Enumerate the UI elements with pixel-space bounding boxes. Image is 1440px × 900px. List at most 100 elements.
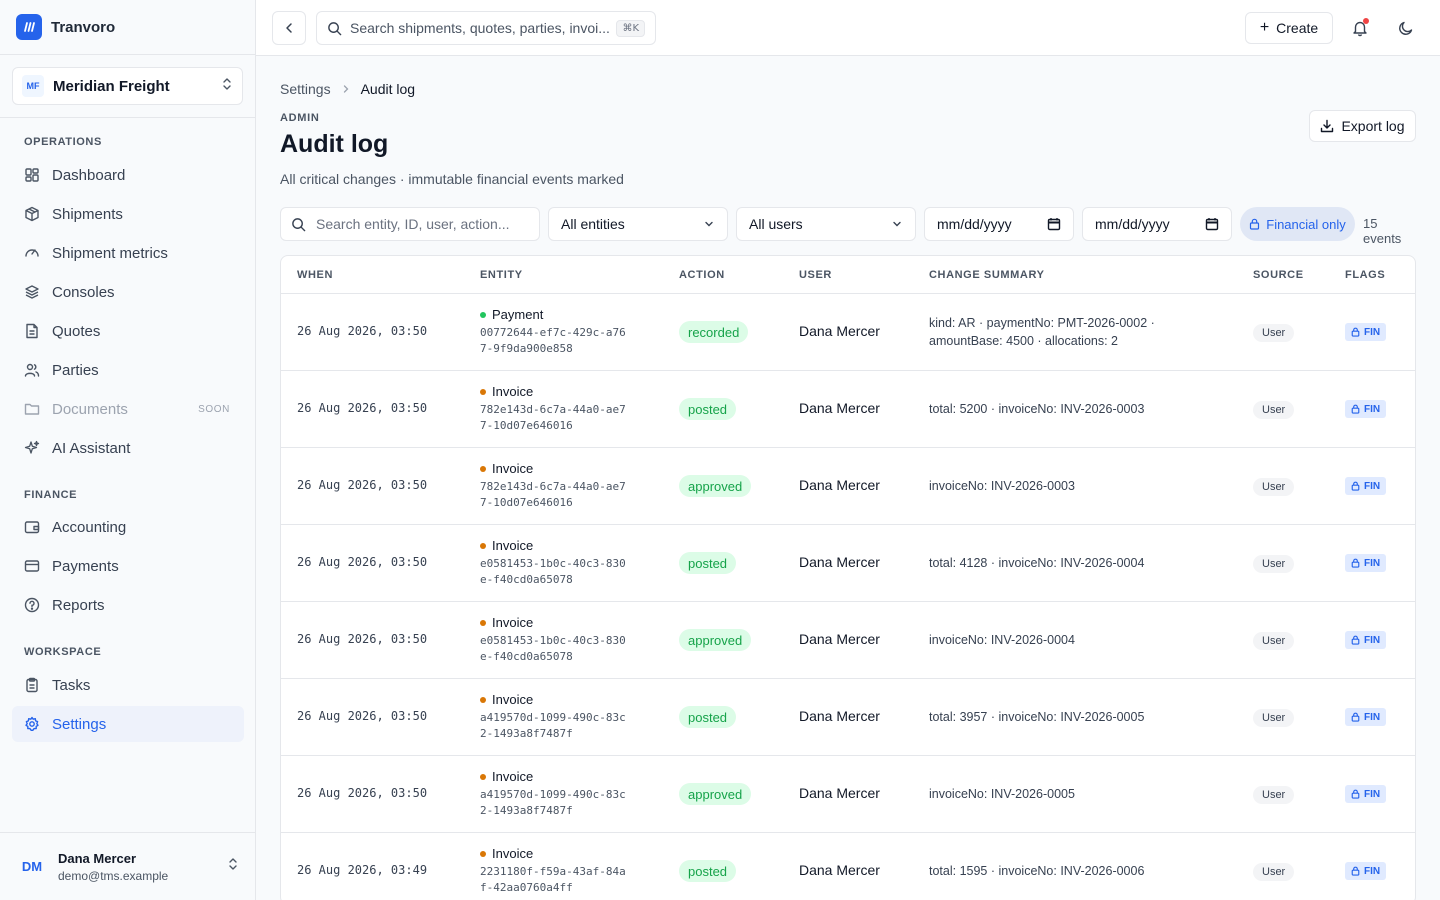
financial-flag-badge: FIN [1345,477,1387,495]
table-row[interactable]: 26 Aug 2026, 03:50 Invoice e0581453-1b0c… [281,602,1415,679]
sidebar-item-consoles[interactable]: Consoles [12,274,244,310]
table-row[interactable]: 26 Aug 2026, 03:49 Invoice 2231180f-f59a… [281,833,1415,900]
entity-type[interactable]: Payment [492,307,543,322]
topbar: Search shipments, quotes, parties, invoi… [256,0,1440,56]
event-user: Dana Mercer [799,554,880,570]
column-entity[interactable]: ENTITY [480,269,523,281]
section-label-finance: FINANCE [24,489,78,501]
sidebar-item-accounting[interactable]: Accounting [12,509,244,545]
financial-flag-badge: FIN [1345,785,1387,803]
sidebar-item-payments[interactable]: Payments [12,548,244,584]
org-switcher[interactable]: MF Meridian Freight [12,67,243,105]
entity-id[interactable]: a419570d-1099-490c-83c2-1493a8f7487f [480,710,630,742]
change-summary: total: 1595 · invoiceNo: INV-2026-0006 [929,864,1145,878]
sidebar-item-reports[interactable]: Reports [12,587,244,623]
table-row[interactable]: 26 Aug 2026, 03:50 Payment 00772644-ef7c… [281,294,1415,371]
table-row[interactable]: 26 Aug 2026, 03:50 Invoice a419570d-1099… [281,679,1415,756]
action-badge: posted [679,552,737,574]
event-user: Dana Mercer [799,862,880,878]
entity-type[interactable]: Invoice [492,846,533,861]
entity-id[interactable]: e0581453-1b0c-40c3-830e-f40cd0a65078 [480,556,630,588]
change-summary: total: 5200 · invoiceNo: INV-2026-0003 [929,402,1145,416]
sidebar-item-tasks[interactable]: Tasks [12,667,244,703]
column-user[interactable]: USER [799,269,832,281]
theme-toggle-button[interactable] [1394,16,1418,40]
back-button[interactable] [272,11,306,45]
column-change-summary[interactable]: CHANGE SUMMARY [929,269,1045,281]
event-user: Dana Mercer [799,785,880,801]
brand[interactable]: Tranvoro [0,0,255,55]
action-badge: recorded [679,321,749,343]
audit-table: WHEN ENTITY ACTION USER CHANGE SUMMARY S… [280,255,1416,900]
action-badge: approved [679,629,752,651]
entity-id[interactable]: e0581453-1b0c-40c3-830e-f40cd0a65078 [480,633,630,665]
sidebar-item-shipments[interactable]: Shipments [12,196,244,232]
audit-search-placeholder: Search entity, ID, user, action... [316,216,510,232]
users-icon [24,362,40,378]
entity-id[interactable]: 2231180f-f59a-43af-84af-42aa0760a4ff [480,864,630,896]
dashboard-icon [24,167,40,183]
entity-status-dot [480,465,486,472]
entity-id[interactable]: 782e143d-6c7a-44a0-ae77-10d07e646016 [480,402,630,434]
table-row[interactable]: 26 Aug 2026, 03:50 Invoice a419570d-1099… [281,756,1415,833]
user-menu[interactable]: DM Dana Mercer demo@tms.example [0,832,255,900]
sidebar-item-quotes[interactable]: Quotes [12,313,244,349]
sidebar-item-ai-assistant[interactable]: AI Assistant [12,430,244,466]
source-badge: User [1253,709,1295,727]
sidebar-item-label: Accounting [52,518,127,536]
search-icon [292,217,306,231]
audit-search-input[interactable]: Search entity, ID, user, action... [280,207,540,241]
flag-label: FIN [1364,403,1381,415]
download-icon [1320,119,1334,133]
breadcrumb-settings[interactable]: Settings [280,81,331,97]
change-summary: kind: AR · paymentNo: PMT-2026-0002 · am… [929,316,1155,348]
entity-select[interactable]: All entities [548,207,728,241]
table-row[interactable]: 26 Aug 2026, 03:50 Invoice 782e143d-6c7a… [281,371,1415,448]
sidebar-item-dashboard[interactable]: Dashboard [12,157,244,193]
gauge-icon [24,245,40,261]
sidebar-item-settings[interactable]: Settings [12,706,244,742]
create-button[interactable]: + Create [1245,12,1333,44]
column-action[interactable]: ACTION [679,269,725,281]
entity-type[interactable]: Invoice [492,615,533,630]
brand-logo-icon [16,14,42,40]
section-label-operations: OPERATIONS [24,136,102,148]
global-search-input[interactable]: Search shipments, quotes, parties, invoi… [316,11,656,45]
action-badge: posted [679,398,737,420]
page-subtitle: All critical changes · immutable financi… [280,171,624,187]
entity-type[interactable]: Invoice [492,692,533,707]
sidebar-item-label: AI Assistant [52,439,131,457]
entity-id[interactable]: 00772644-ef7c-429c-a767-9f9da900e858 [480,325,630,357]
entity-type[interactable]: Invoice [492,769,533,784]
sidebar-item-shipment-metrics[interactable]: Shipment metrics [12,235,244,271]
entity-type[interactable]: Invoice [492,461,533,476]
wallet-icon [24,519,40,535]
action-badge: posted [679,706,737,728]
sidebar-item-label: Documents [52,400,128,418]
event-time: 26 Aug 2026, 03:50 [297,401,428,415]
financial-only-toggle[interactable]: Financial only [1240,207,1355,241]
avatar: DM [21,859,43,874]
lock-icon [1351,789,1360,799]
entity-id[interactable]: 782e143d-6c7a-44a0-ae77-10d07e646016 [480,479,630,511]
entity-status-dot [480,696,486,703]
column-when[interactable]: WHEN [297,269,333,281]
column-source[interactable]: SOURCE [1253,269,1304,281]
table-row[interactable]: 26 Aug 2026, 03:50 Invoice e0581453-1b0c… [281,525,1415,602]
export-log-button[interactable]: Export log [1309,110,1416,142]
entity-type[interactable]: Invoice [492,538,533,553]
column-flags[interactable]: FLAGS [1345,269,1385,281]
user-select[interactable]: All users [736,207,916,241]
notifications-button[interactable] [1348,16,1372,40]
entity-id[interactable]: a419570d-1099-490c-83c2-1493a8f7487f [480,787,630,819]
date-from-input[interactable]: mm/dd/yyyy [924,207,1074,241]
sidebar-item-parties[interactable]: Parties [12,352,244,388]
entity-type[interactable]: Invoice [492,384,533,399]
source-badge: User [1253,786,1295,804]
moon-icon [1399,21,1413,35]
action-badge: approved [679,475,752,497]
date-to-input[interactable]: mm/dd/yyyy [1082,207,1232,241]
sparkles-icon [24,440,40,456]
table-row[interactable]: 26 Aug 2026, 03:50 Invoice 782e143d-6c7a… [281,448,1415,525]
event-user: Dana Mercer [799,631,880,647]
